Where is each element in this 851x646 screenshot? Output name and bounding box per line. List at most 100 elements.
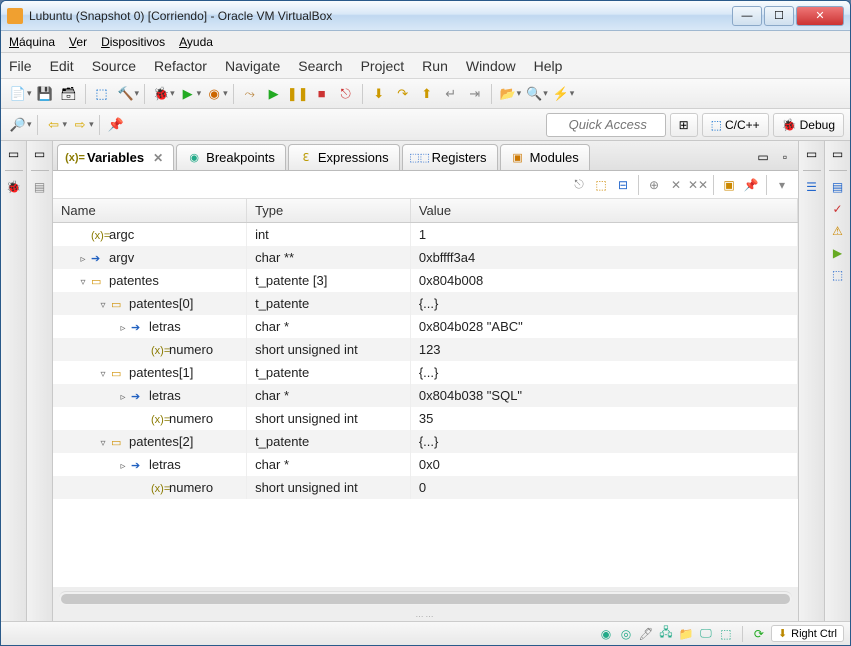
quick-access-input[interactable] [546, 113, 666, 137]
scrollbar-thumb[interactable] [61, 594, 790, 604]
drop-to-frame-icon[interactable]: ↵ [440, 83, 462, 105]
run-icon[interactable]: ▶ [177, 83, 199, 105]
tab-registers[interactable]: ⬚⬚ Registers [402, 144, 498, 170]
open-type-icon[interactable]: 📂 [497, 83, 519, 105]
wand-icon[interactable]: ⚡ [550, 83, 572, 105]
col-name[interactable]: Name [53, 199, 247, 223]
remove-icon[interactable]: ✕ [666, 175, 686, 195]
table-row[interactable]: ▹➔letraschar *0x0 [53, 453, 798, 476]
table-row[interactable]: (x)=numeroshort unsigned int0 [53, 476, 798, 499]
expander-icon[interactable]: ▿ [97, 300, 109, 311]
table-row[interactable]: (x)=argcint1 [53, 223, 798, 247]
debug-view-icon[interactable]: 🐞 [5, 178, 23, 196]
table-row[interactable]: ▹➔letraschar *0x804b028 "ABC" [53, 315, 798, 338]
executables-icon[interactable]: ▶ [829, 244, 847, 262]
menu-source[interactable]: Source [92, 58, 136, 74]
host-key-indicator[interactable]: ⬇ Right Ctrl [771, 625, 844, 642]
dropdown-icon[interactable]: ▾ [89, 119, 94, 130]
build-icon[interactable]: 🔨 [115, 83, 137, 105]
step-into-icon[interactable]: ⬇ [368, 83, 390, 105]
shared-folder-icon[interactable]: 📁 [678, 626, 694, 642]
network-icon[interactable]: 🖧 [658, 626, 674, 642]
step-return-icon[interactable]: ⬆ [416, 83, 438, 105]
new-icon[interactable]: 📄 [7, 83, 29, 105]
perspective-ccpp[interactable]: ⬚C/C++ [702, 113, 769, 137]
dropdown-icon[interactable]: ▾ [63, 119, 68, 130]
terminate-icon[interactable]: ■ [311, 83, 333, 105]
dropdown-icon[interactable]: ▾ [135, 88, 140, 99]
show-type-names-icon[interactable]: ⎋ [569, 175, 589, 195]
editor-icon[interactable]: ▤ [31, 178, 49, 196]
open-new-view-icon[interactable]: ▣ [719, 175, 739, 195]
save-all-icon[interactable]: 🗃 [58, 83, 80, 105]
tab-breakpoints[interactable]: ◉ Breakpoints [176, 144, 286, 170]
menu-file[interactable]: File [9, 58, 32, 74]
debug-icon[interactable]: 🐞 [150, 83, 172, 105]
table-row[interactable]: ▿▭patentes[2]t_patente{...} [53, 430, 798, 453]
tab-modules[interactable]: ▣ Modules [500, 144, 590, 170]
resume-icon[interactable]: ▶ [263, 83, 285, 105]
show-logical-icon[interactable]: ⬚ [591, 175, 611, 195]
perspective-debug[interactable]: 🐞Debug [773, 113, 844, 137]
dropdown-icon[interactable]: ▾ [570, 88, 575, 99]
binary-icon[interactable]: ⬚ [91, 83, 113, 105]
dropdown-icon[interactable]: ▾ [170, 88, 175, 99]
disconnect-icon[interactable]: ⎋ [335, 83, 357, 105]
tasks-icon[interactable]: ✓ [829, 200, 847, 218]
maximize-button[interactable]: ☐ [764, 6, 794, 26]
add-global-icon[interactable]: ⊕ [644, 175, 664, 195]
search-icon[interactable]: 🔎 [7, 114, 29, 136]
pin-icon[interactable]: 📌 [105, 114, 127, 136]
table-row[interactable]: ▹➔letraschar *0x804b038 "SQL" [53, 384, 798, 407]
vm-menu-help[interactable]: Ayuda [179, 35, 213, 49]
table-row[interactable]: ▿▭patentes[1]t_patente{...} [53, 361, 798, 384]
display-icon[interactable]: 🖵 [698, 626, 714, 642]
menu-navigate[interactable]: Navigate [225, 58, 280, 74]
save-icon[interactable]: 💾 [34, 83, 56, 105]
problems-icon[interactable]: ⚠ [829, 222, 847, 240]
vm-menu-machine[interactable]: Máquina [9, 35, 55, 49]
vm-menu-view[interactable]: Ver [69, 35, 87, 49]
titlebar[interactable]: Lubuntu (Snapshot 0) [Corriendo] - Oracl… [1, 1, 850, 31]
remove-all-icon[interactable]: ✕✕ [688, 175, 708, 195]
table-row[interactable]: ▿▭patentest_patente [3]0x804b008 [53, 269, 798, 292]
restore-icon[interactable]: ▭ [803, 145, 821, 163]
outline-icon[interactable]: ☰ [803, 178, 821, 196]
col-type[interactable]: Type [247, 199, 411, 223]
optical-icon[interactable]: ◎ [618, 626, 634, 642]
memory-icon[interactable]: ⬚ [829, 266, 847, 284]
menu-project[interactable]: Project [361, 58, 405, 74]
profile-icon[interactable]: ◉ [203, 83, 225, 105]
horizontal-scrollbar[interactable] [59, 591, 792, 605]
collapse-all-icon[interactable]: ⊟ [613, 175, 633, 195]
col-value[interactable]: Value [410, 199, 797, 223]
expander-icon[interactable]: ▿ [97, 438, 109, 449]
expander-icon[interactable]: ▿ [77, 277, 89, 288]
table-row[interactable]: (x)=numeroshort unsigned int35 [53, 407, 798, 430]
view-menu-icon[interactable]: ▾ [772, 175, 792, 195]
search-icon[interactable]: 🔍 [523, 83, 545, 105]
dropdown-icon[interactable]: ▾ [543, 88, 548, 99]
minimize-button[interactable]: — [732, 6, 762, 26]
suspend-icon[interactable]: ❚❚ [287, 83, 309, 105]
dropdown-icon[interactable]: ▾ [27, 88, 32, 99]
table-row[interactable]: (x)=numeroshort unsigned int123 [53, 338, 798, 361]
table-row[interactable]: ▹➔argvchar **0xbffff3a4 [53, 246, 798, 269]
vm-menu-devices[interactable]: Dispositivos [101, 35, 165, 49]
menu-help[interactable]: Help [534, 58, 563, 74]
expander-icon[interactable]: ▹ [117, 461, 129, 472]
tab-variables[interactable]: (x)= Variables ✕ [57, 144, 174, 170]
expander-icon[interactable]: ▹ [117, 392, 129, 403]
menu-window[interactable]: Window [466, 58, 516, 74]
close-button[interactable]: ✕ [796, 6, 844, 26]
skip-breakpoints-icon[interactable]: ⤳ [239, 83, 261, 105]
step-over-icon[interactable]: ↷ [392, 83, 414, 105]
menu-refactor[interactable]: Refactor [154, 58, 207, 74]
back-icon[interactable]: ⇦ [43, 114, 65, 136]
menu-edit[interactable]: Edit [50, 58, 74, 74]
splitter[interactable]: ⋯⋯ [53, 611, 798, 621]
maximize-view-icon[interactable]: ▫ [776, 148, 794, 166]
instruction-step-icon[interactable]: ⇥ [464, 83, 486, 105]
table-row[interactable]: ▿▭patentes[0]t_patente{...} [53, 292, 798, 315]
restore-icon[interactable]: ▭ [31, 145, 49, 163]
